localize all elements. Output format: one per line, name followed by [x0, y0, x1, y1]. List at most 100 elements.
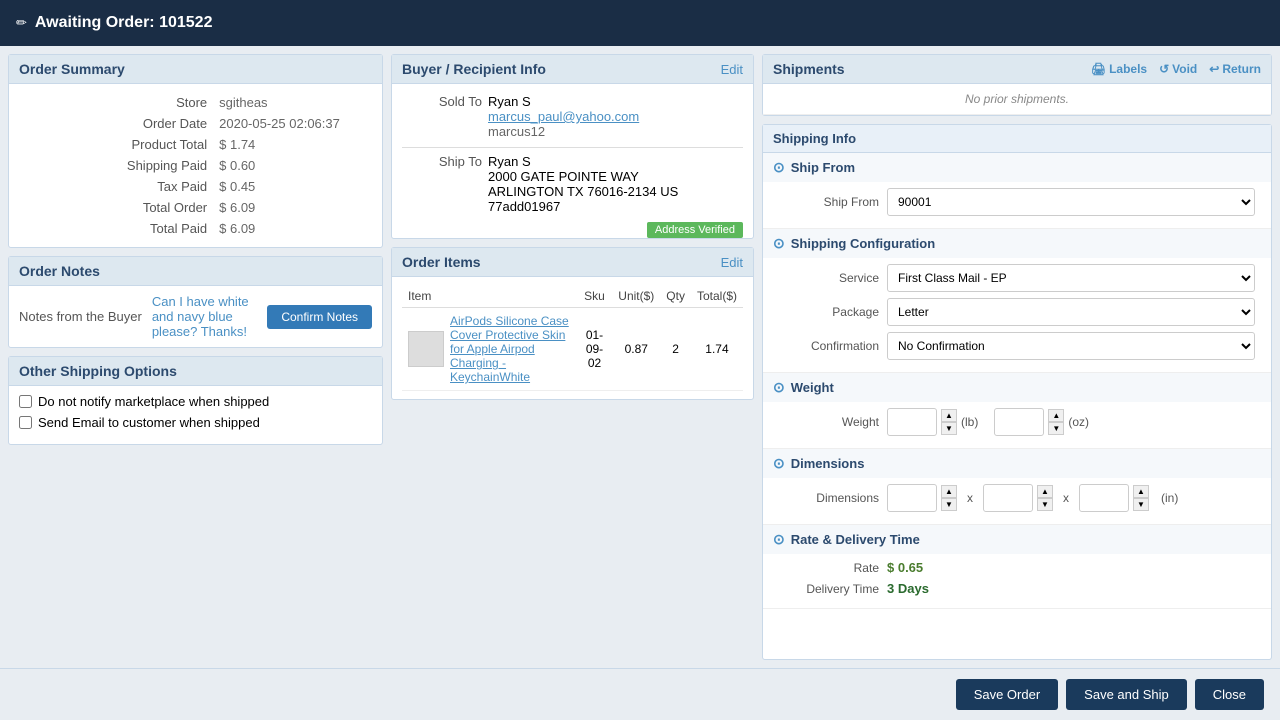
weight-arrow-icon: ⊙ — [773, 379, 785, 396]
no-notify-checkbox[interactable] — [19, 395, 32, 408]
weight-oz-input[interactable] — [994, 408, 1044, 436]
dim1-group: ▲ ▼ — [887, 484, 957, 512]
order-summary-row: Shipping Paid$ 0.60 — [19, 155, 372, 176]
sku-cell: 01-09-02 — [577, 308, 613, 391]
ship-from-select[interactable]: 90001 — [887, 188, 1255, 216]
rate-delivery-section: ⊙ Rate & Delivery Time Rate $ 0.65 Deliv… — [763, 525, 1271, 609]
buyer-edit-button[interactable]: Edit — [721, 62, 743, 77]
dim3-down[interactable]: ▼ — [1133, 498, 1149, 511]
sold-to-name: Ryan S — [488, 94, 639, 109]
ship-from-row: Ship From 90001 — [779, 188, 1255, 216]
dim3-spinners: ▲ ▼ — [1133, 485, 1149, 511]
other-shipping-title: Other Shipping Options — [19, 363, 177, 379]
delivery-time-value: 3 Days — [887, 581, 929, 596]
rate-value: $ 0.65 — [887, 560, 923, 575]
column-header: Item — [402, 285, 577, 308]
send-email-checkbox[interactable] — [19, 416, 32, 429]
save-ship-button[interactable]: Save and Ship — [1066, 679, 1187, 710]
weight-oz-spinners: ▲ ▼ — [1048, 409, 1064, 435]
labels-button[interactable]: 🖨 Labels — [1091, 62, 1147, 76]
dim3-up[interactable]: ▲ — [1133, 485, 1149, 498]
dim-unit: (in) — [1161, 491, 1178, 505]
right-column: Shipments 🖨 Labels ↺ Void ↩ Return No pr… — [762, 54, 1272, 660]
return-button[interactable]: ↩ Return — [1209, 62, 1261, 76]
row-value: $ 1.74 — [213, 134, 372, 155]
dim2-down[interactable]: ▼ — [1037, 498, 1053, 511]
weight-lb-up[interactable]: ▲ — [941, 409, 957, 422]
ship-to-section: Ship To Ryan S 2000 GATE POINTE WAY ARLI… — [402, 154, 743, 214]
order-summary-panel: Order Summary StoresgitheasOrder Date202… — [8, 54, 383, 248]
other-shipping-body: Do not notify marketplace when shipped S… — [9, 386, 382, 444]
other-shipping-header: Other Shipping Options — [9, 357, 382, 386]
item-cell: AirPods Silicone Case Cover Protective S… — [402, 308, 577, 391]
sold-to-section: Sold To Ryan S marcus_paul@yahoo.com mar… — [402, 94, 743, 139]
order-summary-header: Order Summary — [9, 55, 382, 84]
ship-from-label: Ship From — [779, 195, 879, 209]
ship-to-label: Ship To — [402, 154, 482, 214]
dim2-group: ▲ ▼ — [983, 484, 1053, 512]
shipping-info-panel: Shipping Info ⊙ Ship From Ship From 9000… — [762, 124, 1272, 660]
order-summary-row: Storesgitheas — [19, 92, 372, 113]
save-order-button[interactable]: Save Order — [956, 679, 1058, 710]
order-items-body: ItemSkuUnit($)QtyTotal($) AirPods Silico… — [392, 277, 753, 399]
address-verified-badge: Address Verified — [647, 222, 743, 238]
order-summary-body: StoresgitheasOrder Date2020-05-25 02:06:… — [9, 84, 382, 247]
dim1-input[interactable] — [887, 484, 937, 512]
order-summary-row: Tax Paid$ 0.45 — [19, 176, 372, 197]
weight-body: Weight ▲ ▼ (lb) ▲ — [763, 402, 1271, 448]
no-shipments-text: No prior shipments. — [763, 84, 1271, 115]
footer: Save Order Save and Ship Close — [0, 668, 1280, 720]
other-shipping-panel: Other Shipping Options Do not notify mar… — [8, 356, 383, 445]
dim1-down[interactable]: ▼ — [941, 498, 957, 511]
items-table: ItemSkuUnit($)QtyTotal($) AirPods Silico… — [402, 285, 743, 391]
no-notify-label: Do not notify marketplace when shipped — [38, 394, 269, 409]
dim2-up[interactable]: ▲ — [1037, 485, 1053, 498]
row-value: $ 6.09 — [213, 218, 372, 239]
dim1-up[interactable]: ▲ — [941, 485, 957, 498]
dimensions-body: Dimensions ▲ ▼ x ▲ — [763, 478, 1271, 524]
ship-to-address2: ARLINGTON TX 76016-2134 US — [488, 184, 678, 199]
ship-from-section: ⊙ Ship From Ship From 90001 — [763, 153, 1271, 229]
weight-oz-up[interactable]: ▲ — [1048, 409, 1064, 422]
package-label: Package — [779, 305, 879, 319]
package-select[interactable]: Letter — [887, 298, 1255, 326]
weight-lb-down[interactable]: ▼ — [941, 422, 957, 435]
service-select[interactable]: First Class Mail - EP — [887, 264, 1255, 292]
row-value: 2020-05-25 02:06:37 — [213, 113, 372, 134]
column-header: Total($) — [691, 285, 743, 308]
rate-delivery-section-title: Rate & Delivery Time — [791, 532, 920, 547]
dim3-input[interactable] — [1079, 484, 1129, 512]
order-notes-panel: Order Notes Notes from the Buyer Can I h… — [8, 256, 383, 348]
buyer-info-header: Buyer / Recipient Info Edit — [392, 55, 753, 84]
buyer-info-title: Buyer / Recipient Info — [402, 61, 546, 77]
close-button[interactable]: Close — [1195, 679, 1264, 710]
main-content: Order Summary StoresgitheasOrder Date202… — [0, 46, 1280, 668]
order-summary-title: Order Summary — [19, 61, 125, 77]
send-email-label: Send Email to customer when shipped — [38, 415, 260, 430]
ship-config-arrow-icon: ⊙ — [773, 235, 785, 252]
ship-from-section-title: Ship From — [791, 160, 855, 175]
confirm-notes-button[interactable]: Confirm Notes — [267, 305, 372, 329]
dim2-input[interactable] — [983, 484, 1033, 512]
service-label: Service — [779, 271, 879, 285]
order-items-title: Order Items — [402, 254, 481, 270]
weight-lb-input[interactable] — [887, 408, 937, 436]
unit-cell: 0.87 — [612, 308, 660, 391]
checkbox-row-2: Send Email to customer when shipped — [19, 415, 372, 430]
checkbox-row-1: Do not notify marketplace when shipped — [19, 394, 372, 409]
rate-delivery-body: Rate $ 0.65 Delivery Time 3 Days — [763, 554, 1271, 608]
sold-to-label: Sold To — [402, 94, 482, 139]
item-thumbnail — [408, 331, 444, 367]
item-name: AirPods Silicone Case Cover Protective S… — [450, 314, 571, 384]
notes-label: Notes from the Buyer — [19, 309, 142, 324]
void-button[interactable]: ↺ Void — [1159, 62, 1197, 76]
row-value: $ 0.45 — [213, 176, 372, 197]
weight-section-header: ⊙ Weight — [763, 373, 1271, 402]
weight-oz-down[interactable]: ▼ — [1048, 422, 1064, 435]
oz-unit: (oz) — [1068, 415, 1089, 429]
confirmation-select[interactable]: No Confirmation — [887, 332, 1255, 360]
service-row: Service First Class Mail - EP — [779, 264, 1255, 292]
items-edit-button[interactable]: Edit — [721, 255, 743, 270]
ship-from-section-header: ⊙ Ship From — [763, 153, 1271, 182]
dimensions-section-header: ⊙ Dimensions — [763, 449, 1271, 478]
